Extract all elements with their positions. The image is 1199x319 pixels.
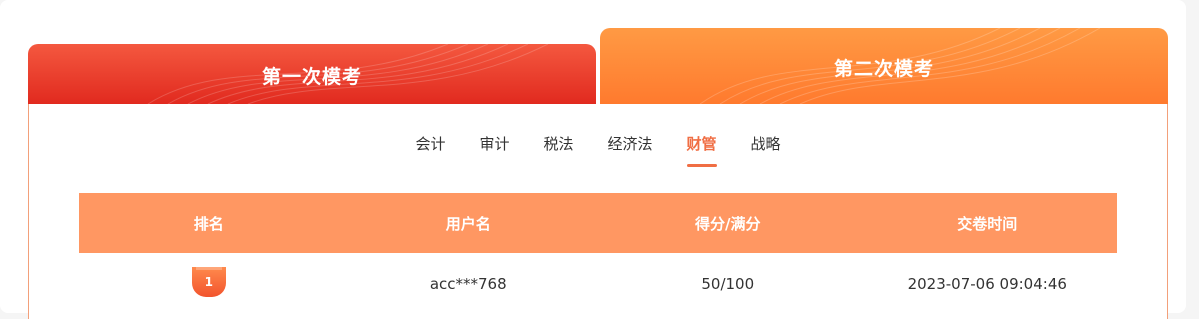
subject-label: 经济法 (607, 135, 653, 153)
subject-tab-accounting[interactable]: 会计 (398, 134, 462, 168)
tab-label: 第二次模考 (833, 58, 934, 80)
subject-tab-financial-management[interactable]: 财管 (670, 134, 734, 168)
tab-label: 第一次模考 (261, 66, 362, 88)
ranking-table-header: 排名 用户名 得分/满分 交卷时间 (79, 193, 1117, 253)
ranking-panel: 会计 审计 税法 经济法 财管 战略 排名 用户名 得分/满分 交卷时间 1 a… (28, 104, 1168, 319)
header-username: 用户名 (445, 214, 491, 233)
cell-username: acc***768 (429, 275, 507, 293)
header-score: 得分/满分 (695, 214, 761, 233)
tab-first-mock-exam[interactable]: 第一次模考 (28, 44, 596, 104)
cell-rank: 1 (79, 267, 339, 297)
cell-submit-time: 2023-07-06 09:04:46 (907, 275, 1067, 293)
tab-second-mock-exam[interactable]: 第二次模考 (600, 28, 1168, 104)
header-submit-time: 交卷时间 (957, 214, 1018, 233)
active-tab-indicator (686, 164, 717, 167)
leaderboard-widget: 第一次模考 第二次模考 会计 审计 税法 经济法 财管 战略 排名 用户名 得分… (0, 0, 1199, 319)
table-row: 1 acc***768 50/100 2023-07-06 09:04:46 (79, 253, 1117, 315)
subject-tab-economic-law[interactable]: 经济法 (591, 134, 670, 168)
subject-tabs: 会计 审计 税法 经济法 财管 战略 (29, 134, 1167, 168)
header-rank: 排名 (193, 214, 224, 233)
subject-label: 会计 (415, 135, 446, 153)
rank-number: 1 (204, 275, 213, 289)
subject-label: 审计 (479, 135, 510, 153)
subject-label: 税法 (543, 135, 574, 153)
subject-tab-audit[interactable]: 审计 (462, 134, 526, 168)
subject-tab-tax-law[interactable]: 税法 (526, 134, 590, 168)
subject-label: 财管 (686, 135, 717, 153)
subject-tab-strategy[interactable]: 战略 (734, 134, 798, 168)
cell-score: 50/100 (701, 275, 755, 293)
subject-label: 战略 (750, 135, 781, 153)
rank-badge-icon: 1 (191, 267, 226, 297)
